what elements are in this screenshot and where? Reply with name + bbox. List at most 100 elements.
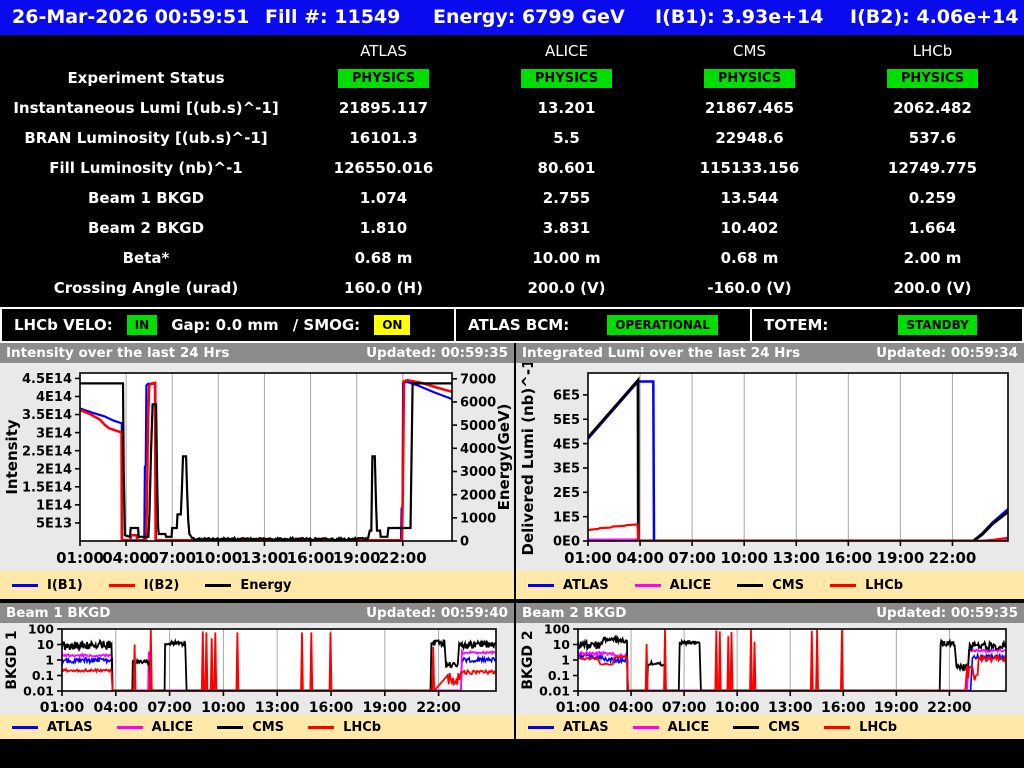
atlas-bcm-section: ATLAS BCM: OPERATIONAL	[456, 309, 752, 341]
table-row: Beam 1 BKGD1.0742.75513.5440.259	[0, 183, 1024, 213]
svg-text:0.1: 0.1	[548, 668, 570, 683]
legend-line-swatch	[528, 584, 554, 587]
table-row: BRAN Luminosity [(ub.s)^-1]16101.35.5229…	[0, 123, 1024, 153]
table-cell: 13.201	[475, 99, 658, 117]
chart-panel-lumi: Integrated Lumi over the last 24 HrsUpda…	[516, 343, 1024, 599]
chart-svg-bkgd2: 01:0004:0007:0010:0013:0016:0019:0022:00…	[516, 623, 1024, 715]
svg-text:100: 100	[544, 623, 570, 637]
lhc-page1-screen: 26-Mar-2026 00:59:51 Fill #: 11549 Energ…	[0, 0, 1024, 768]
legend-label: Energy	[240, 578, 291, 593]
svg-text:1E5: 1E5	[553, 510, 580, 525]
chart-grid: Intensity over the last 24 HrsUpdated: 0…	[0, 343, 1024, 743]
legend-label: ATLAS	[563, 578, 609, 593]
y2-axis-label: Energy(GeV)	[495, 404, 513, 511]
status-badge: PHYSICS	[887, 69, 978, 88]
legend-item-cms: CMS	[217, 720, 284, 735]
table-cell: 0.68 m	[658, 249, 841, 267]
svg-text:5E5: 5E5	[553, 413, 580, 428]
legend-line-swatch	[737, 584, 763, 587]
legend-line-swatch	[205, 584, 231, 587]
legend-item-cms: CMS	[733, 720, 800, 735]
legend-line-swatch	[824, 726, 850, 729]
table-header-row: ATLASALICECMSLHCb	[0, 38, 1024, 63]
legend-item-lhcb: LHCb	[824, 720, 897, 735]
svg-text:2.5E14: 2.5E14	[22, 444, 72, 459]
table-cell: 2.755	[475, 189, 658, 207]
table-cell: 1.074	[292, 189, 475, 207]
svg-text:0.01: 0.01	[539, 684, 570, 699]
experiment-status-table: ATLASALICECMSLHCbExperiment StatusPHYSIC…	[0, 35, 1024, 307]
legend-line-swatch	[635, 584, 661, 587]
legend-item-lhcb: LHCb	[830, 578, 903, 593]
table-cell: PHYSICS	[292, 68, 475, 88]
totem-state-badge: STANDBY	[898, 315, 976, 335]
svg-text:4000: 4000	[460, 442, 496, 457]
column-header-alice: ALICE	[475, 42, 658, 60]
table-row: Fill Luminosity (nb)^-1126550.01680.6011…	[0, 153, 1024, 183]
legend-line-swatch	[830, 584, 856, 587]
legend-line-swatch	[308, 726, 334, 729]
chart-title-bar: Intensity over the last 24 HrsUpdated: 0…	[0, 343, 514, 363]
legend-item-atlas: ATLAS	[12, 720, 93, 735]
legend-item-atlas: ATLAS	[528, 578, 609, 593]
row-label: Beam 1 BKGD	[0, 189, 292, 207]
legend-item-energy: Energy	[205, 578, 291, 593]
svg-text:13:00: 13:00	[241, 549, 289, 567]
bcm-label: ATLAS BCM:	[468, 316, 569, 334]
svg-text:13:00: 13:00	[772, 549, 820, 567]
legend-line-swatch	[217, 726, 243, 729]
svg-text:16:00: 16:00	[309, 700, 354, 715]
table-cell: 537.6	[841, 129, 1024, 147]
legend-label: LHCb	[859, 720, 897, 735]
svg-text:22:00: 22:00	[927, 700, 972, 715]
svg-text:04:00: 04:00	[102, 549, 150, 567]
svg-text:19:00: 19:00	[333, 549, 381, 567]
table-cell: 12749.775	[841, 159, 1024, 177]
velo-state-badge: IN	[127, 315, 158, 335]
svg-text:07:00: 07:00	[662, 700, 707, 715]
svg-text:10:00: 10:00	[715, 700, 760, 715]
svg-text:01:00: 01:00	[564, 549, 612, 567]
svg-text:01:00: 01:00	[40, 700, 85, 715]
beam1-intensity-text: I(B1): 3.93e+14	[655, 0, 823, 35]
row-label: Instantaneous Lumi [(ub.s)^-1]	[0, 99, 292, 117]
table-cell: 2.00 m	[841, 249, 1024, 267]
table-cell: 16101.3	[292, 129, 475, 147]
chart-svg-intensity: 01:0004:0007:0010:0013:0016:0019:0022:00…	[0, 363, 514, 571]
table-cell: 1.664	[841, 219, 1024, 237]
svg-text:07:00: 07:00	[668, 549, 716, 567]
table-cell: 5.5	[475, 129, 658, 147]
table-cell: 21867.465	[658, 99, 841, 117]
svg-text:16:00: 16:00	[287, 549, 335, 567]
legend-line-swatch	[633, 726, 659, 729]
legend-label: ATLAS	[47, 720, 93, 735]
column-header-lhcb: LHCb	[841, 42, 1024, 60]
svg-text:10:00: 10:00	[194, 549, 242, 567]
table-cell: 2062.482	[841, 99, 1024, 117]
table-cell: 22948.6	[658, 129, 841, 147]
legend-line-swatch	[733, 726, 759, 729]
status-badge: PHYSICS	[338, 69, 429, 88]
legend-label: I(B2)	[144, 578, 180, 593]
svg-text:13:00: 13:00	[768, 700, 813, 715]
table-cell: -160.0 (V)	[658, 279, 841, 297]
table-cell: 21895.117	[292, 99, 475, 117]
chart-legend: ATLASALICECMSLHCb	[516, 715, 1024, 739]
svg-text:10:00: 10:00	[720, 549, 768, 567]
chart-title: Integrated Lumi over the last 24 Hrs	[522, 345, 800, 361]
totem-section: TOTEM: STANDBY	[752, 309, 1022, 341]
chart-title: Beam 2 BKGD	[522, 605, 626, 621]
table-row: Beam 2 BKGD1.8103.83110.4021.664	[0, 213, 1024, 243]
datetime-text: 26-Mar-2026 00:59:51	[12, 0, 249, 35]
svg-text:7000: 7000	[460, 372, 496, 387]
svg-text:22:00: 22:00	[416, 700, 461, 715]
legend-item-alice: ALICE	[635, 578, 712, 593]
svg-text:07:00: 07:00	[148, 549, 196, 567]
svg-text:01:00: 01:00	[56, 549, 104, 567]
table-cell: 13.544	[658, 189, 841, 207]
svg-text:1E14: 1E14	[36, 499, 72, 514]
svg-text:2E5: 2E5	[553, 486, 580, 501]
chart-updated-time: Updated: 00:59:40	[366, 605, 508, 621]
svg-text:3E14: 3E14	[36, 426, 72, 441]
svg-text:2000: 2000	[460, 488, 496, 503]
